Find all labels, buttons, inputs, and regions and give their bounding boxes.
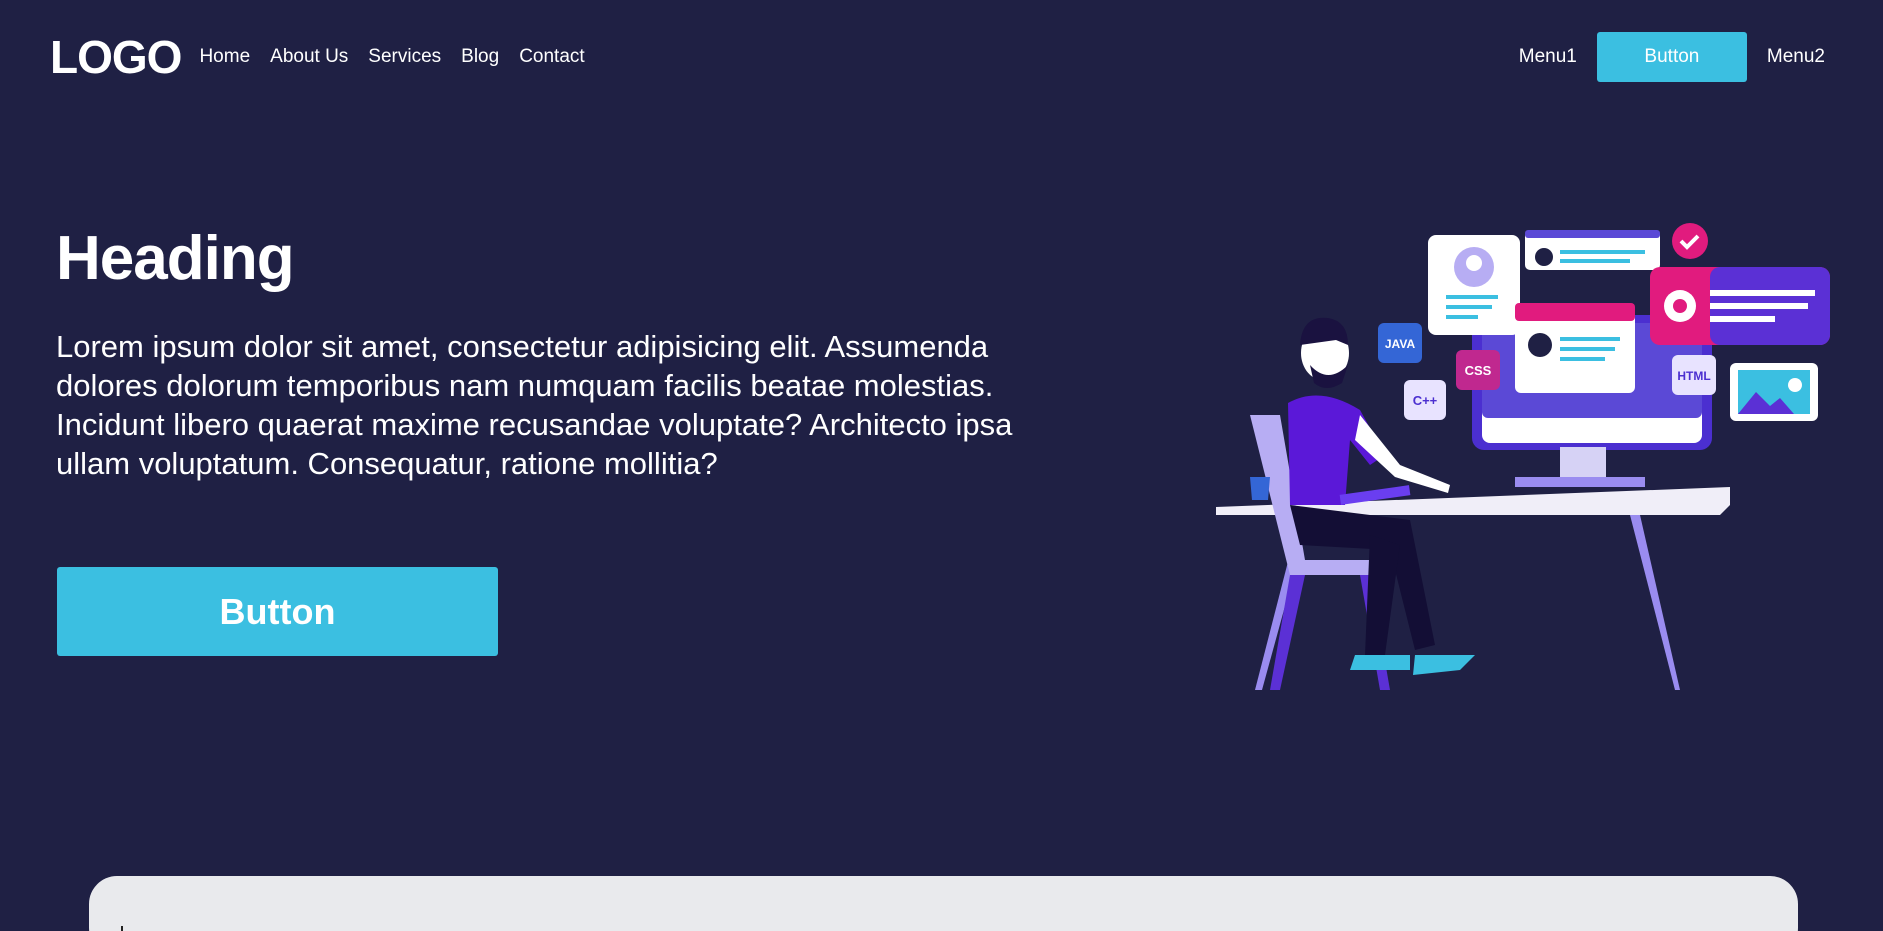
svg-text:HTML: HTML	[1677, 369, 1710, 383]
profile-card-image	[1428, 235, 1520, 335]
menu2-link[interactable]: Menu2	[1767, 46, 1825, 68]
hero-heading: Heading	[56, 224, 295, 293]
nav-link-services[interactable]: Services	[368, 46, 441, 68]
window-card-image	[1525, 230, 1660, 270]
nav-right: Menu1 Button Menu2	[1519, 32, 1825, 82]
menu1-link[interactable]: Menu1	[1519, 46, 1577, 68]
java-tag: JAVA	[1378, 323, 1422, 363]
top-nav: LOGO Home About Us Services Blog Contact…	[0, 0, 1883, 114]
developer-illustration: JAVA CSS C++ HTML	[1216, 223, 1830, 690]
svg-text:CSS: CSS	[1465, 363, 1492, 378]
css-tag: CSS	[1456, 350, 1500, 390]
nav-link-home[interactable]: Home	[199, 46, 250, 68]
hero-text: Heading Lorem ipsum dolor sit amet, cons…	[56, 224, 1056, 483]
svg-text:JAVA: JAVA	[1385, 337, 1416, 351]
card-text-cursor	[121, 926, 123, 931]
code-window-image	[1515, 303, 1635, 393]
nav-link-blog[interactable]: Blog	[461, 46, 499, 68]
logo[interactable]: LOGO	[50, 34, 182, 80]
nav-links: Home About Us Services Blog Contact	[199, 46, 584, 68]
hero-button[interactable]: Button	[57, 567, 498, 656]
html-tag: HTML	[1672, 355, 1716, 395]
cpp-tag: C++	[1404, 380, 1446, 420]
nav-link-about-us[interactable]: About Us	[270, 46, 348, 68]
content-card	[89, 876, 1798, 931]
hero-lead: Lorem ipsum dolor sit amet, consectetur …	[56, 329, 1013, 482]
nav-button[interactable]: Button	[1596, 32, 1747, 82]
landing-page: LOGO Home About Us Services Blog Contact…	[0, 0, 1883, 931]
settings-card-image	[1650, 223, 1830, 345]
svg-text:C++: C++	[1413, 393, 1438, 408]
nav-link-contact[interactable]: Contact	[519, 46, 584, 68]
image-card-image	[1730, 363, 1818, 421]
